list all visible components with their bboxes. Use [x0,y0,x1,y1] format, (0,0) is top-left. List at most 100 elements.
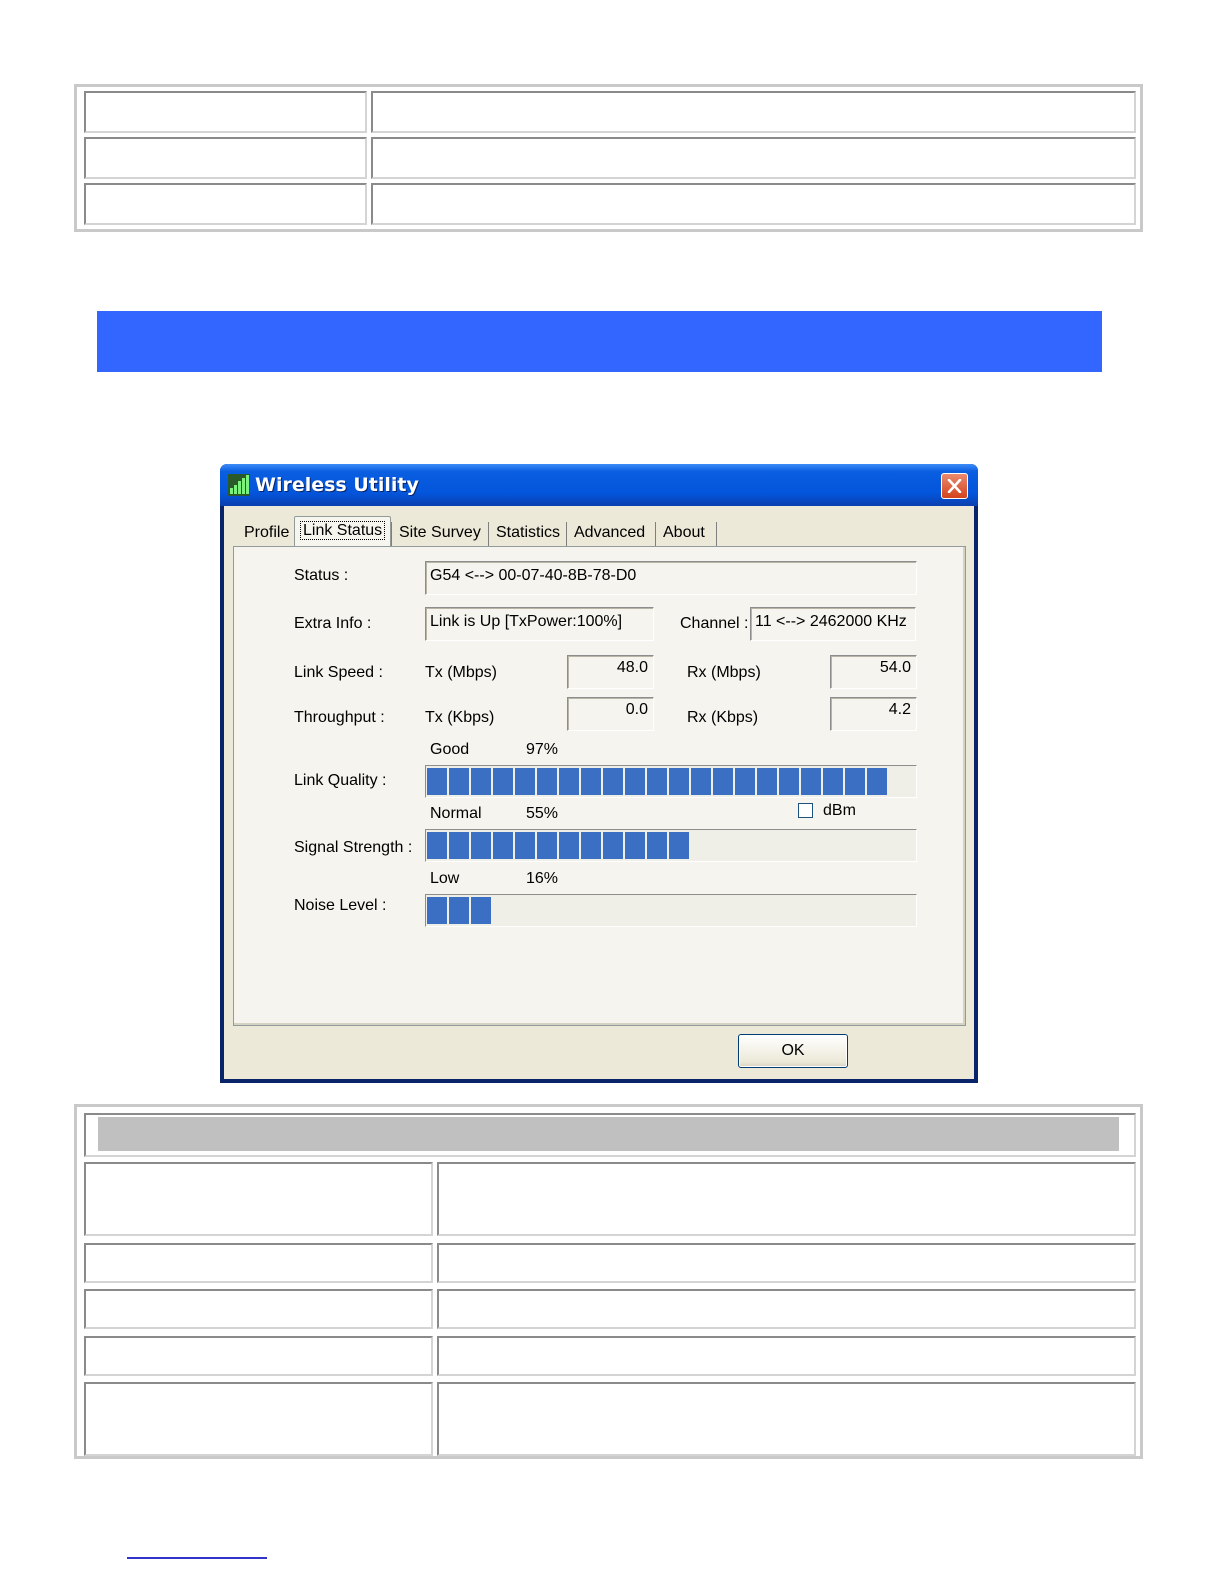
level-segment [559,832,579,859]
top-table-cell [84,91,367,133]
signal-strength-label: Signal Strength : [294,839,413,856]
level-segment [493,832,513,859]
level-segment [603,768,623,795]
level-segment [691,768,711,795]
link-status-panel: Status : G54 <--> 00-07-40-8B-78-D0 Extr… [233,546,966,1026]
rx-kbps-label: Rx (Kbps) [687,709,759,726]
section-header-bar [97,311,1102,372]
status-label: Status : [294,567,349,584]
level-segment [757,768,777,795]
level-segment [647,832,667,859]
noise-level-text: Low [430,870,460,887]
title-bar[interactable]: Wireless Utility [220,464,978,506]
tx-mbps-label: Tx (Mbps) [425,664,497,681]
dbm-checkbox[interactable] [798,803,813,818]
bottom-table-cell [84,1243,433,1283]
tab-separator [566,522,567,546]
level-segment [581,832,601,859]
signal-bars-icon [228,474,250,496]
tx-kbps-value: 0.0 [567,697,654,731]
level-segment [471,832,491,859]
link-quality-text: Good [430,741,470,758]
level-segment [559,768,579,795]
bottom-table-cell [437,1336,1136,1376]
tab-statistics[interactable]: Statistics [491,519,565,546]
ok-button[interactable]: OK [738,1034,848,1068]
channel-value: 11 <--> 2462000 KHz [750,607,916,641]
tab-profile[interactable]: Profile [239,519,294,546]
tab-link-status[interactable]: Link Status [294,516,392,547]
link-quality-percent: 97% [526,741,559,758]
window-client-area: Profile Link Status Site Survey Statisti… [224,506,974,1079]
top-table-cell [371,91,1136,133]
tab-separator [655,522,656,546]
bottom-table-cell [437,1289,1136,1329]
noise-level-bar [425,894,917,927]
level-segment [779,768,799,795]
top-table-cell [84,183,367,225]
top-table-cell [371,137,1136,179]
signal-strength-bar [425,829,917,862]
level-segment [449,832,469,859]
extra-info-value: Link is Up [TxPower:100%] [425,607,654,641]
level-segment [735,768,755,795]
bottom-table-cell [437,1243,1136,1283]
top-table [74,84,1143,232]
tab-site-survey[interactable]: Site Survey [394,519,486,546]
level-segment [801,768,821,795]
level-segment [515,768,535,795]
level-bar-segments [427,832,689,859]
close-button[interactable] [941,473,968,499]
level-segment [845,768,865,795]
level-segment [471,768,491,795]
status-value: G54 <--> 00-07-40-8B-78-D0 [425,561,917,595]
level-segment [515,832,535,859]
link-speed-label: Link Speed : [294,664,383,681]
level-segment [427,897,447,924]
close-icon [947,479,962,493]
signal-strength-text: Normal [430,805,482,822]
wireless-utility-window: Wireless Utility Profile Link Status Sit… [220,464,978,1083]
tab-link-status-label: Link Status [300,521,386,540]
level-segment [647,768,667,795]
tab-separator [488,522,489,546]
table-header-banner [98,1117,1119,1151]
level-segment [449,897,469,924]
footer-rule [127,1557,267,1559]
bottom-table-cell [84,1162,433,1236]
level-segment [449,768,469,795]
level-segment [603,832,623,859]
window-title: Wireless Utility [255,474,419,496]
tab-separator [716,522,717,546]
level-segment [427,768,447,795]
tab-advanced[interactable]: Advanced [569,519,650,546]
channel-label: Channel : [680,615,749,632]
rx-mbps-label: Rx (Mbps) [687,664,761,681]
bottom-table-cell [84,1289,433,1329]
level-segment [867,768,887,795]
rx-kbps-value: 4.2 [830,697,917,731]
noise-level-percent: 16% [526,870,559,887]
tx-mbps-value: 48.0 [567,655,654,689]
tab-about[interactable]: About [658,519,710,546]
level-segment [669,768,689,795]
level-segment [581,768,601,795]
bottom-table-cell [437,1382,1136,1456]
dbm-label: dBm [823,802,856,819]
bottom-table-cell [437,1162,1136,1236]
level-segment [669,832,689,859]
level-segment [537,832,557,859]
level-segment [713,768,733,795]
rx-mbps-value: 54.0 [830,655,917,689]
level-segment [625,832,645,859]
link-quality-bar [425,765,917,798]
throughput-label: Throughput : [294,709,385,726]
level-segment [823,768,843,795]
level-segment [493,768,513,795]
bottom-table-cell [84,1336,433,1376]
signal-strength-percent: 55% [526,805,559,822]
level-bar-segments [427,768,887,795]
level-segment [427,832,447,859]
link-quality-label: Link Quality : [294,772,387,789]
top-table-cell [371,183,1136,225]
